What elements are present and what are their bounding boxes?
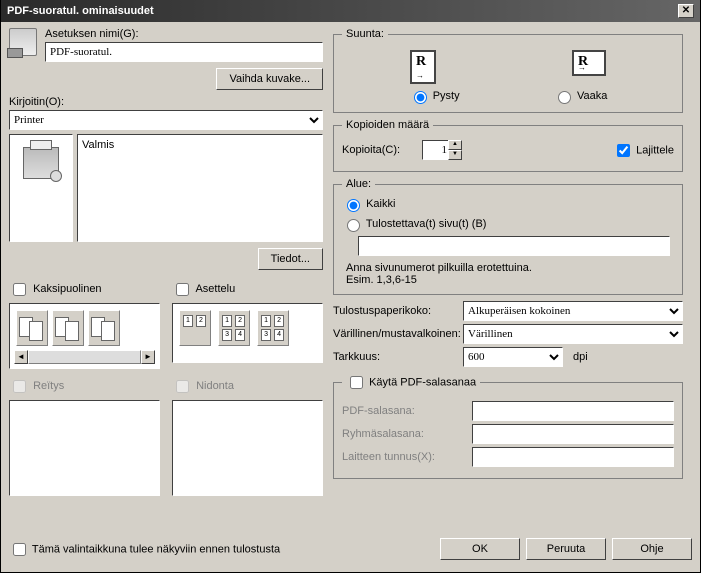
pdf-pass-label: PDF-salasana: xyxy=(342,405,472,417)
scroll-left[interactable]: ◄ xyxy=(14,350,28,364)
color-select[interactable]: Värillinen xyxy=(463,324,683,344)
pdf-printer-icon xyxy=(9,28,37,56)
group-pass-label: Ryhmäsalasana: xyxy=(342,428,472,440)
range-pages-input[interactable] xyxy=(358,236,670,256)
printer-status: Valmis xyxy=(77,134,323,242)
show-before-print-checkbox[interactable] xyxy=(13,543,26,556)
details-button[interactable]: Tiedot... xyxy=(258,248,323,270)
layout-opt-1[interactable]: 12 xyxy=(179,310,211,346)
direction-legend: Suunta: xyxy=(342,28,388,40)
copies-spin-up[interactable]: ▲ xyxy=(448,140,462,150)
portrait-radio-label[interactable]: Pysty xyxy=(409,88,460,104)
duplex-opt-3[interactable] xyxy=(88,310,120,346)
copies-spin-down[interactable]: ▼ xyxy=(448,150,462,160)
duplex-checkbox[interactable] xyxy=(13,283,26,296)
duplex-label: Kaksipuolinen xyxy=(9,283,102,295)
color-label: Värillinen/mustavalkoinen: xyxy=(333,328,463,340)
help-button[interactable]: Ohje xyxy=(612,538,692,560)
copies-label: Kopioita(C): xyxy=(342,144,422,156)
printer-icon xyxy=(23,147,59,179)
printer-select[interactable]: Printer xyxy=(9,110,323,130)
pdf-pass-input xyxy=(472,401,674,421)
close-button[interactable]: ✕ xyxy=(678,4,694,18)
device-id-input xyxy=(472,447,674,467)
range-all-radio[interactable] xyxy=(347,199,360,212)
scroll-right[interactable]: ► xyxy=(141,350,155,364)
group-pass-input xyxy=(472,424,674,444)
landscape-radio-label[interactable]: Vaaka xyxy=(553,88,607,104)
landscape-icon: R→ xyxy=(572,50,606,76)
paper-size-label: Tulostuspaperikoko: xyxy=(333,305,463,317)
duplex-opt-1[interactable] xyxy=(16,310,48,346)
resolution-select[interactable]: 600 xyxy=(463,347,563,367)
show-before-print-label[interactable]: Tämä valintaikkuna tulee näkyviin ennen … xyxy=(9,540,280,559)
pdf-pass-checkbox[interactable] xyxy=(350,376,363,389)
printer-label: Kirjoitin(O): xyxy=(9,96,323,108)
range-pages-radio[interactable] xyxy=(347,219,360,232)
layout-checkbox[interactable] xyxy=(176,283,189,296)
ok-button[interactable]: OK xyxy=(440,538,520,560)
portrait-icon: R→ xyxy=(410,50,436,84)
staple-checkbox xyxy=(176,380,189,393)
landscape-radio[interactable] xyxy=(558,91,571,104)
punch-label: Reïtys xyxy=(9,380,64,392)
paper-size-select[interactable]: Alkuperäisen kokoinen xyxy=(463,301,683,321)
layout-opt-3[interactable]: 12 34 xyxy=(257,310,289,346)
layout-label: Asettelu xyxy=(172,283,235,295)
range-hint-1: Anna sivunumerot pilkuilla erotettuina. xyxy=(346,262,674,274)
portrait-radio[interactable] xyxy=(414,91,427,104)
duplex-opt-2[interactable] xyxy=(52,310,84,346)
copies-legend: Kopioiden määrä xyxy=(342,119,433,131)
window-title: PDF-suoratul. ominaisuudet xyxy=(7,5,154,17)
setting-name-input[interactable] xyxy=(45,42,323,62)
collate-label[interactable]: Lajittele xyxy=(613,141,674,160)
cancel-button[interactable]: Peruuta xyxy=(526,538,606,560)
range-pages-label[interactable]: Tulostettava(t) sivu(t) (B) xyxy=(342,218,486,230)
layout-opt-2[interactable]: 12 34 xyxy=(218,310,250,346)
collate-checkbox[interactable] xyxy=(617,144,630,157)
range-legend: Alue: xyxy=(342,178,375,190)
punch-checkbox xyxy=(13,380,26,393)
resolution-label: Tarkkuus: xyxy=(333,351,463,363)
setting-name-label: Asetuksen nimi(G): xyxy=(45,28,323,40)
pdf-pass-legend[interactable]: Käytä PDF-salasanaa xyxy=(342,373,480,392)
range-all-label[interactable]: Kaikki xyxy=(342,198,395,210)
range-hint-2: Esim. 1,3,6-15 xyxy=(346,274,674,286)
change-icon-button[interactable]: Vaihda kuvake... xyxy=(216,68,323,90)
device-id-label: Laitteen tunnus(X): xyxy=(342,451,472,463)
resolution-unit: dpi xyxy=(573,351,588,363)
staple-label: Nidonta xyxy=(172,380,234,392)
